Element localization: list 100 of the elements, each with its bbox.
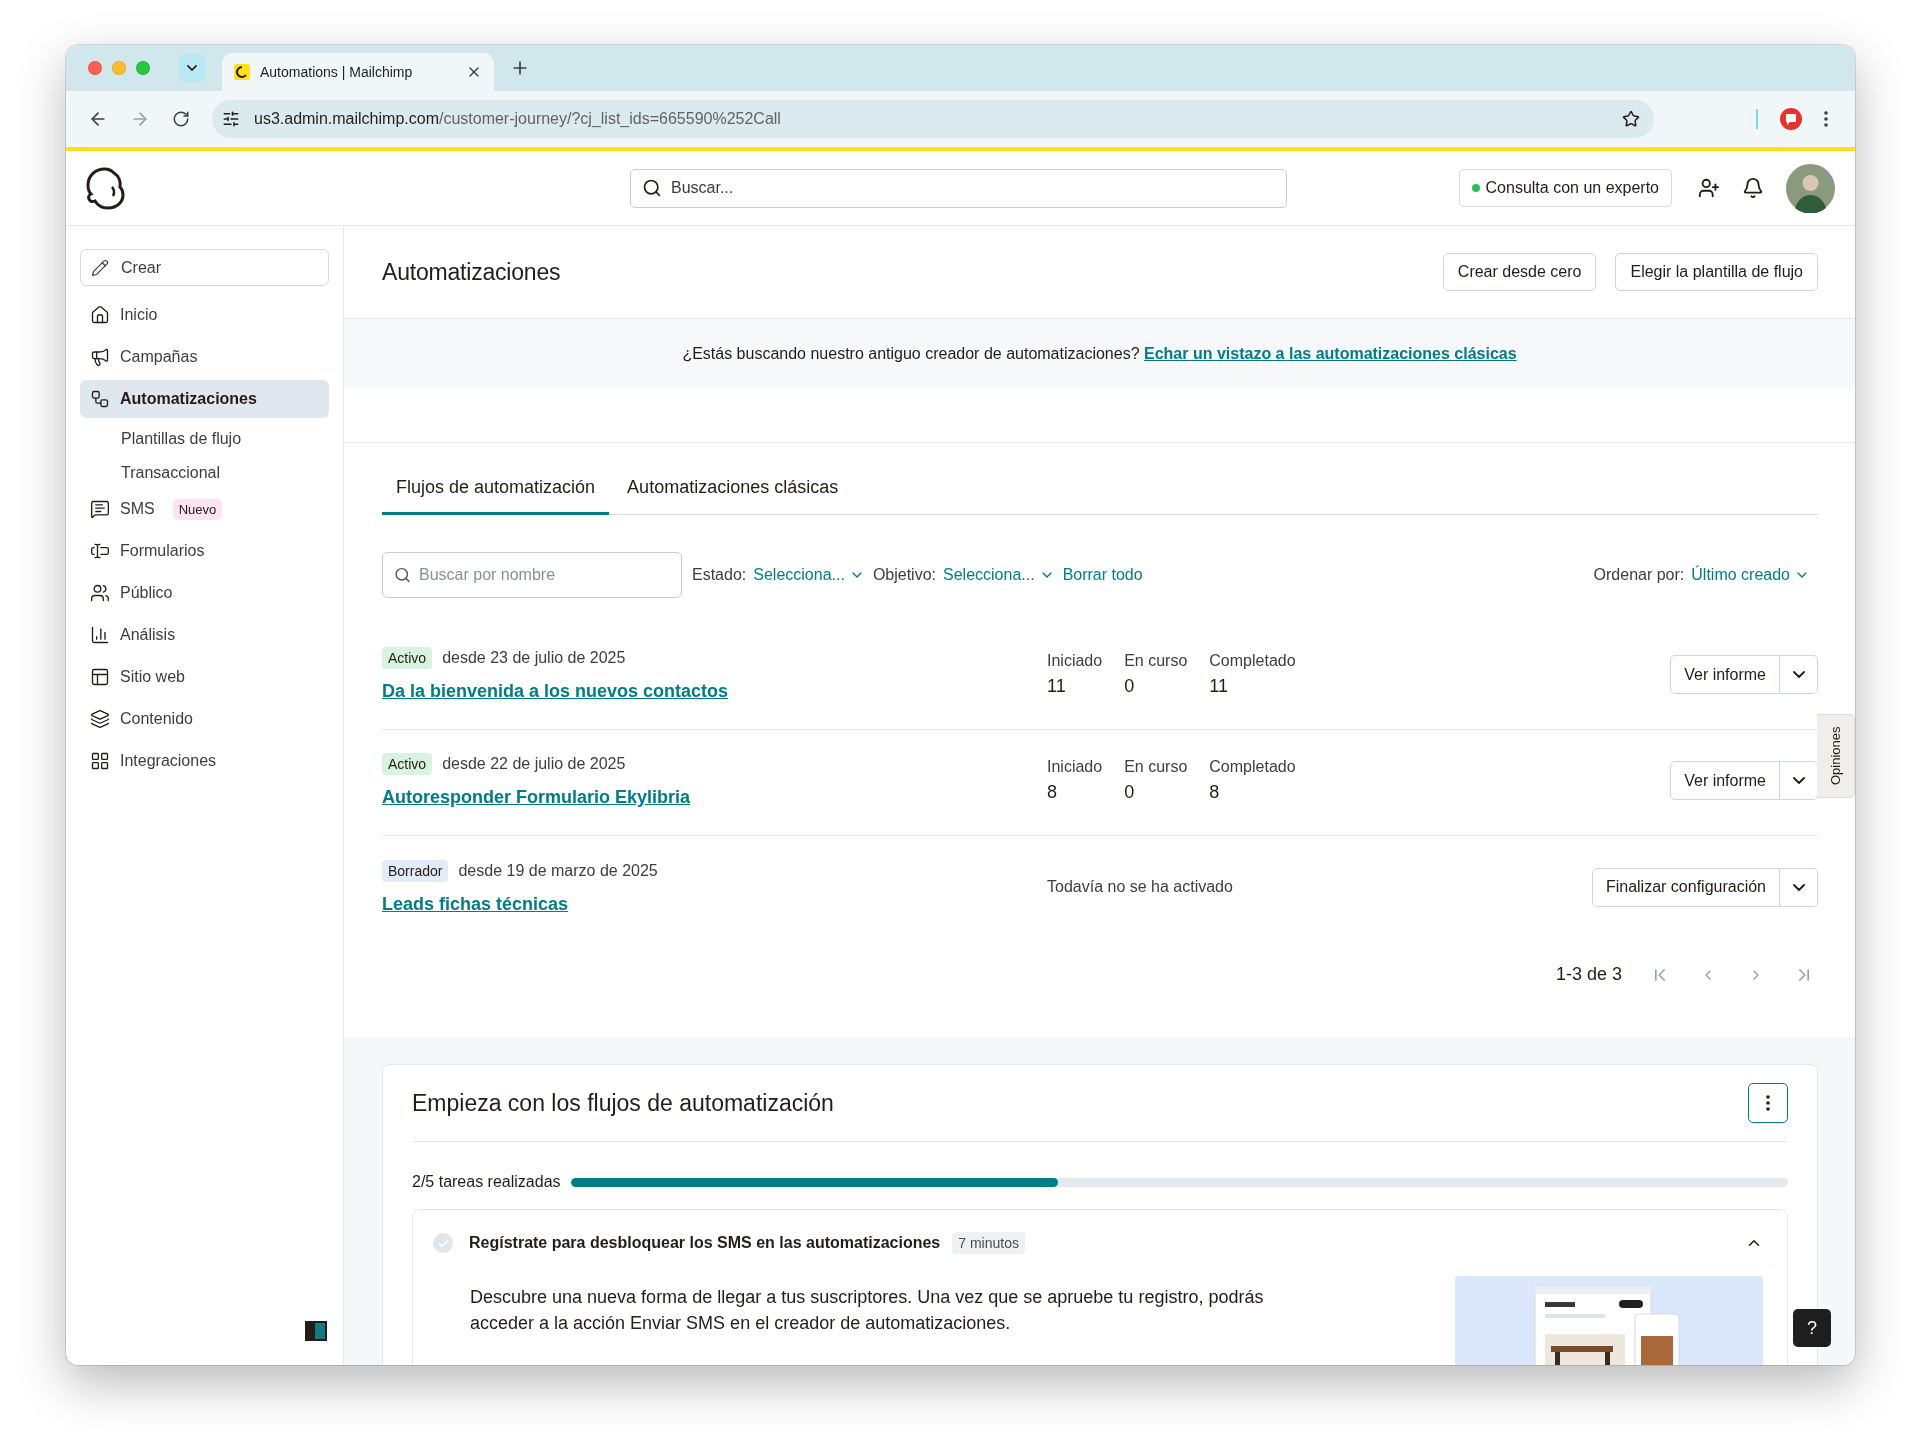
- stat-value: 8: [1209, 782, 1221, 803]
- task-description: Descubre una nueva forma de llegar a tus suscriptores. Una vez que se apruebe tu registro, podrás acceder a la acción Enviar SMS en el creador de automatizaciones.: [470, 1286, 1265, 1335]
- nav-icon: [90, 305, 110, 325]
- stat-label: Iniciado: [1047, 652, 1103, 670]
- goal-dropdown[interactable]: Selecciona...: [943, 566, 1055, 584]
- user-plus-icon: [1698, 177, 1720, 199]
- status-badge: Activo: [382, 647, 433, 669]
- search-icon: [642, 178, 662, 198]
- sort-dropdown[interactable]: Último creado: [1691, 566, 1810, 584]
- sidebar-subitem[interactable]: Transaccional: [80, 456, 329, 490]
- stat-label: En curso: [1124, 758, 1188, 776]
- banner-text: ¿Estás buscando nuestro antiguo creador de automatizaciones? Echar un vistazo a las automatizaciones clásicas: [682, 344, 1517, 363]
- task-title: Regístrate para desbloquear los SMS en las automatizaciones: [469, 1234, 941, 1252]
- card-title: Empieza con los flujos de automatización: [412, 1089, 834, 1117]
- nav-icon: [90, 389, 110, 409]
- stat-value: 11: [1209, 676, 1229, 697]
- pencil-icon: [91, 258, 109, 277]
- clear-filters-link[interactable]: Borrar todo: [1062, 566, 1143, 584]
- header-button[interactable]: Elegir la plantilla de flujo: [1615, 253, 1818, 291]
- status-badge: Activo: [382, 753, 433, 775]
- nav-icon: [90, 541, 110, 561]
- tab[interactable]: Automatizaciones clásicas: [613, 477, 853, 515]
- more-actions-button[interactable]: [1780, 655, 1818, 694]
- action-button[interactable]: Ver informe: [1670, 655, 1780, 694]
- more-actions-button[interactable]: [1780, 761, 1818, 800]
- since-date: desde 22 de julio de 2025: [442, 755, 626, 773]
- site-info-icon: [222, 110, 240, 128]
- stat-label: Iniciado: [1047, 758, 1103, 776]
- sidebar-item[interactable]: Público: [80, 574, 329, 612]
- filter-label: Objetivo:: [872, 566, 936, 584]
- nav-icon: [90, 625, 110, 645]
- tab-search-button[interactable]: [178, 54, 206, 82]
- invite-button[interactable]: [1698, 177, 1720, 199]
- tab[interactable]: Flujos de automatización: [382, 477, 610, 515]
- since-date: desde 23 de julio de 2025: [442, 649, 626, 667]
- sidebar-item[interactable]: Campañas: [80, 338, 329, 376]
- action-button[interactable]: Finalizar configuración: [1591, 867, 1780, 907]
- menu-icon: [1824, 111, 1828, 127]
- since-date: desde 19 de marzo de 2025: [458, 861, 658, 880]
- caret-icon: [1792, 883, 1805, 891]
- flow-name-link[interactable]: Da la bienvenida a los nuevos contactos: [382, 681, 729, 702]
- extension-icon[interactable]: [1780, 108, 1802, 130]
- header-button[interactable]: Crear desde cero: [1442, 253, 1597, 291]
- search-icon: [394, 566, 411, 584]
- create-button[interactable]: Crear: [80, 249, 329, 286]
- kebab-icon: [1766, 1095, 1770, 1111]
- browser-menu-button[interactable]: [1824, 111, 1828, 127]
- help-button[interactable]: ?: [1793, 1309, 1831, 1347]
- search-field[interactable]: Buscar...: [630, 168, 1287, 208]
- flow-name-link[interactable]: Autoresponder Formulario Ekylibria: [382, 787, 691, 808]
- stat-value: 8: [1047, 782, 1058, 803]
- nav-icon: [90, 667, 110, 687]
- sidebar-toggle-icon[interactable]: [305, 1321, 327, 1341]
- avatar[interactable]: [1786, 163, 1835, 213]
- duration-badge: 7 minutos: [952, 1232, 1025, 1254]
- bell-icon: [1742, 177, 1764, 199]
- stat-value: 11: [1047, 676, 1067, 697]
- stat-label: Completado: [1209, 758, 1296, 776]
- sidebar-item[interactable]: Integraciones: [80, 742, 329, 780]
- close-window-button[interactable]: [88, 61, 102, 75]
- favicon-icon: [234, 64, 250, 80]
- sidebar-item[interactable]: Contenido: [80, 700, 329, 738]
- nav-icon: [90, 583, 110, 603]
- sidebar-item[interactable]: Sitio web: [80, 658, 329, 696]
- stat-value: 0: [1124, 782, 1136, 803]
- nav-icon: [90, 347, 110, 367]
- name-search-field[interactable]: Buscar por nombre: [382, 552, 682, 598]
- nav-icon: [90, 709, 110, 729]
- expert-button[interactable]: Consulta con un experto: [1458, 169, 1672, 207]
- status-dropdown[interactable]: Selecciona...: [753, 566, 865, 584]
- notifications-button[interactable]: [1742, 177, 1764, 199]
- sort-label: Ordenar por:: [1593, 566, 1685, 584]
- stat-value: 0: [1124, 676, 1136, 697]
- browser-tab[interactable]: Automations | Mailchimp: [222, 53, 494, 91]
- classic-automations-link[interactable]: Echar un vistazo a las automatizaciones clásicas: [1144, 344, 1517, 362]
- sidebar-subitem[interactable]: Plantillas de flujo: [80, 422, 329, 456]
- nav-icon: [90, 499, 110, 519]
- action-button[interactable]: Ver informe: [1670, 761, 1780, 800]
- sidebar-item[interactable]: Automatizaciones: [80, 380, 329, 418]
- sidebar-item[interactable]: Análisis: [80, 616, 329, 654]
- star-icon: [1622, 110, 1640, 128]
- reload-button[interactable]: [172, 110, 190, 128]
- more-options-button[interactable]: [1748, 1083, 1788, 1123]
- page-title: Automatizaciones: [382, 258, 561, 286]
- stat-label: Completado: [1209, 652, 1296, 670]
- reload-icon: [172, 110, 190, 128]
- flow-name-link[interactable]: Leads fichas técnicas: [382, 893, 569, 915]
- address-field[interactable]: us3.admin.mailchimp.com/customer-journey/?cj_list_ids=665590%252Call: [212, 100, 1654, 138]
- sidebar-item[interactable]: Inicio: [80, 296, 329, 334]
- online-dot-icon: [1471, 184, 1480, 192]
- feedback-tab[interactable]: Opiniones: [1817, 714, 1855, 798]
- progress-label: 2/5 tareas realizadas: [412, 1173, 561, 1191]
- more-actions-button[interactable]: [1780, 867, 1818, 907]
- caret-icon: [1792, 777, 1805, 784]
- sidebar-item[interactable]: SMS Nuevo: [80, 490, 329, 528]
- sidebar-item[interactable]: Formularios: [80, 532, 329, 570]
- status-badge: Borrador: [382, 859, 449, 882]
- stat-label: En curso: [1124, 652, 1188, 670]
- pagination-range: 1-3 de 3: [1555, 964, 1622, 985]
- caret-icon: [1792, 671, 1805, 678]
